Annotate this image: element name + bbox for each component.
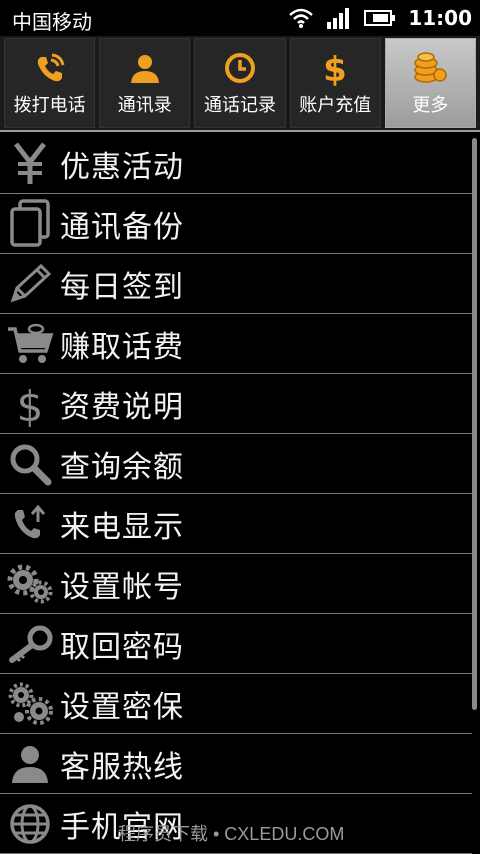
wifi-icon	[288, 7, 314, 29]
search-icon	[0, 434, 60, 494]
person-icon	[0, 734, 60, 794]
pencil-icon	[0, 254, 60, 314]
tab-contacts[interactable]: 通讯录	[99, 38, 191, 128]
menu-item-security-question[interactable]: 设置密保	[0, 674, 472, 734]
tab-dial[interactable]: 拨打电话	[4, 38, 96, 128]
contact-person-icon	[128, 49, 162, 87]
copy-icon	[0, 194, 60, 254]
menu-item-promotions[interactable]: 优惠活动	[0, 134, 472, 194]
menu-item-label: 查询余额	[60, 449, 184, 485]
gears-security-icon	[0, 674, 60, 734]
menu-item-backup[interactable]: 通讯备份	[0, 194, 472, 254]
menu-item-label: 设置密保	[60, 689, 184, 725]
tab-bar: 拨打电话 通讯录 通话记录 $ 账户充值 更多	[0, 36, 480, 132]
svg-text:$: $	[323, 50, 347, 86]
menu-item-account-settings[interactable]: 设置帐号	[0, 554, 472, 614]
clock-time: 11:00	[408, 6, 472, 30]
tab-label: 更多	[412, 95, 449, 116]
gears-icon	[0, 554, 60, 614]
watermark-text: 程序员下载 • CXLEDU.COM	[118, 824, 345, 844]
globe-icon	[0, 794, 60, 854]
carrier-name: 中国移动	[12, 10, 92, 34]
dollar-icon: $	[0, 374, 60, 434]
clock-icon	[223, 49, 257, 87]
coins-icon	[412, 49, 448, 87]
more-menu-list: 优惠活动 通讯备份 每日签到 赚取话费 $ 资费说明 查询余额 来电显示 设置帐…	[0, 134, 472, 854]
menu-item-label: 每日签到	[60, 269, 184, 305]
yen-icon	[0, 134, 60, 194]
menu-item-checkin[interactable]: 每日签到	[0, 254, 472, 314]
signal-icon	[326, 7, 352, 29]
menu-item-label: 优惠活动	[60, 149, 184, 185]
scrollbar[interactable]	[472, 138, 477, 710]
key-icon	[0, 614, 60, 674]
status-icons: 11:00	[288, 4, 472, 32]
menu-item-rates[interactable]: $ 资费说明	[0, 374, 472, 434]
menu-item-label: 赚取话费	[60, 329, 184, 365]
menu-item-label: 资费说明	[60, 389, 184, 425]
dollar-icon: $	[318, 49, 352, 87]
incoming-call-icon	[0, 494, 60, 554]
battery-icon	[364, 9, 396, 27]
tab-label: 通讯录	[117, 95, 172, 116]
menu-item-caller-id[interactable]: 来电显示	[0, 494, 472, 554]
status-bar: 中国移动 11:00	[0, 0, 480, 36]
phone-call-icon	[33, 49, 67, 87]
menu-item-label: 设置帐号	[60, 569, 184, 605]
svg-text:$: $	[17, 382, 44, 427]
menu-item-recover-password[interactable]: 取回密码	[0, 614, 472, 674]
cart-icon	[0, 314, 60, 374]
tab-call-log[interactable]: 通话记录	[194, 38, 286, 128]
menu-item-earn-credit[interactable]: 赚取话费	[0, 314, 472, 374]
tab-label: 拨打电话	[13, 95, 86, 116]
tab-recharge[interactable]: $ 账户充值	[289, 38, 381, 128]
tab-more[interactable]: 更多	[384, 38, 477, 128]
tab-label: 通话记录	[204, 95, 276, 116]
menu-item-hotline[interactable]: 客服热线	[0, 734, 472, 794]
tab-label: 账户充值	[299, 95, 372, 116]
menu-item-balance[interactable]: 查询余额	[0, 434, 472, 494]
menu-item-label: 通讯备份	[60, 209, 184, 245]
menu-item-label: 来电显示	[60, 509, 184, 545]
menu-item-label: 客服热线	[60, 749, 184, 785]
menu-item-label: 取回密码	[60, 629, 184, 665]
